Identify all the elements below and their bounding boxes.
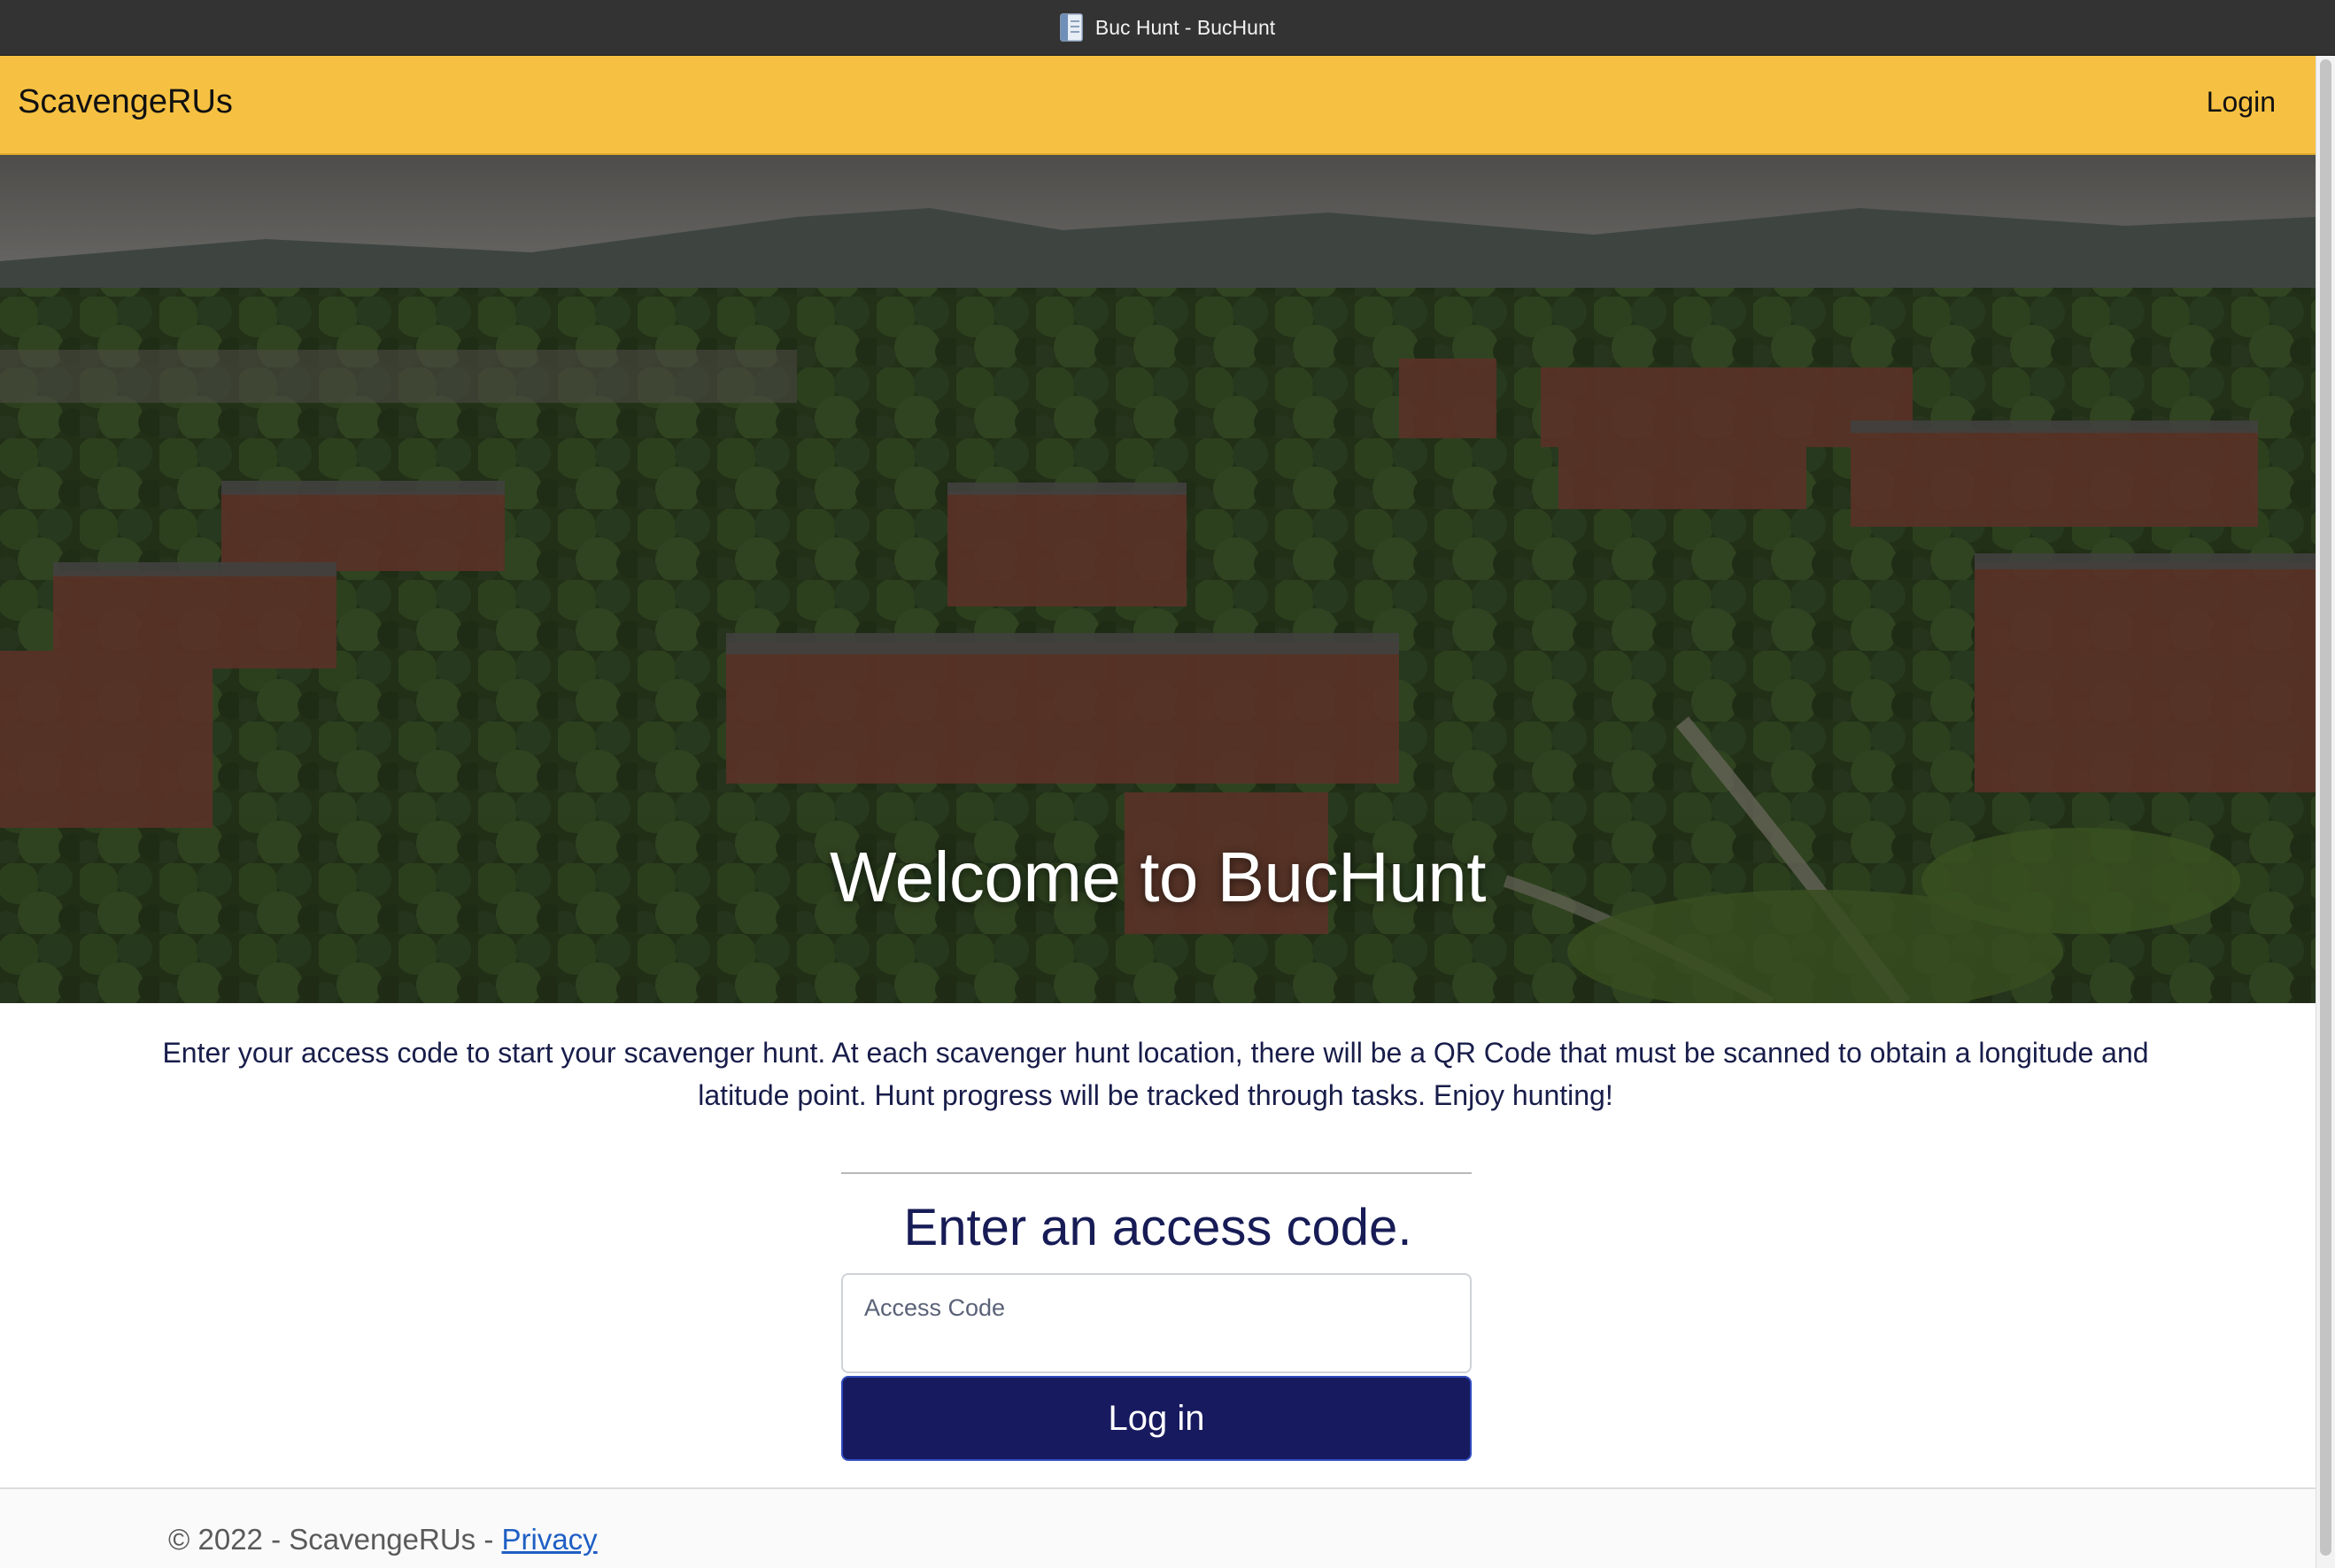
footer: © 2022 - ScavengeRUs - Privacy xyxy=(0,1487,2316,1568)
window-titlebar: Buc Hunt - BucHunt xyxy=(0,0,2335,56)
page-scrollbar[interactable] xyxy=(2316,56,2335,1568)
copyright-text: © 2022 - ScavengeRUs - xyxy=(168,1523,502,1556)
hero-banner: Welcome to BucHunt xyxy=(0,155,2316,1003)
hero-title: Welcome to BucHunt xyxy=(830,838,1486,916)
access-code-input[interactable] xyxy=(862,1328,1450,1365)
access-code-label: Access Code xyxy=(864,1294,1006,1321)
divider xyxy=(841,1172,1472,1174)
page: ScavengeRUs Login Welcome to BucHunt Ent… xyxy=(0,56,2316,1568)
footer-text: © 2022 - ScavengeRUs - Privacy xyxy=(168,1523,598,1556)
window-title: Buc Hunt - BucHunt xyxy=(1094,15,1276,39)
brand-link[interactable]: ScavengeRUs xyxy=(18,83,233,121)
scrollbar-thumb[interactable] xyxy=(2320,59,2331,1556)
nav-login-link[interactable]: Login xyxy=(2207,86,2276,119)
navbar: ScavengeRUs Login xyxy=(0,56,2316,155)
access-code-heading: Enter an access code. xyxy=(903,1199,1412,1256)
access-code-field[interactable]: Access Code xyxy=(841,1273,1472,1373)
login-button[interactable]: Log in xyxy=(841,1376,1472,1461)
intro-text: Enter your access code to start your sca… xyxy=(162,1037,2149,1111)
document-icon xyxy=(1060,13,1083,42)
privacy-link[interactable]: Privacy xyxy=(502,1523,598,1556)
